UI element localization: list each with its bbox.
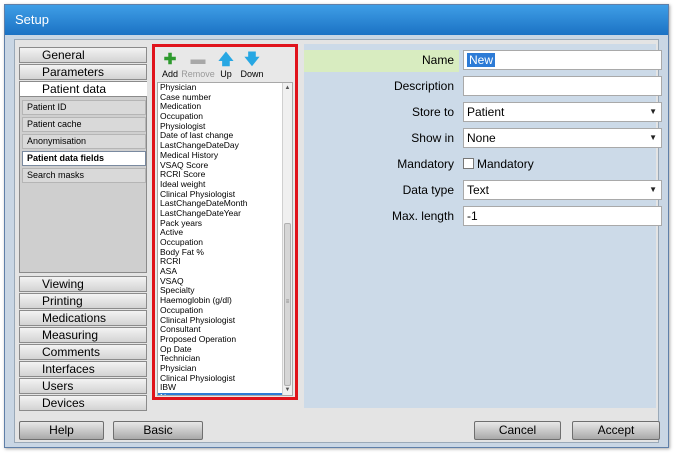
subnav-patient-id[interactable]: Patient ID bbox=[22, 100, 146, 115]
list-item[interactable]: Physician bbox=[158, 83, 284, 93]
list-item[interactable]: Pack years bbox=[158, 219, 284, 229]
nav-item-general[interactable]: General bbox=[19, 47, 147, 63]
list-item[interactable]: Case number bbox=[158, 93, 284, 103]
list-item[interactable]: Clinical Physiologist bbox=[158, 316, 284, 326]
minus-icon: ▬ bbox=[190, 51, 206, 68]
nav-item-patient-data[interactable]: Patient data bbox=[19, 81, 147, 97]
list-item[interactable]: Clinical Physiologist bbox=[158, 374, 284, 384]
list-item[interactable]: Physician bbox=[158, 364, 284, 374]
setup-nav: General Parameters Patient data Patient … bbox=[19, 44, 147, 411]
chevron-down-icon: ▼ bbox=[649, 185, 657, 194]
add-button[interactable]: ✚ Add bbox=[157, 51, 183, 83]
subnav-patient-data-fields[interactable]: Patient data fields bbox=[22, 151, 146, 166]
list-item[interactable]: Haemoglobin (g/dl) bbox=[158, 296, 284, 306]
nav-item-parameters[interactable]: Parameters bbox=[19, 64, 147, 80]
help-button[interactable]: Help bbox=[19, 421, 104, 440]
list-item[interactable]: Body Fat % bbox=[158, 248, 284, 258]
list-item[interactable]: VSAQ bbox=[158, 277, 284, 287]
nav-item-measuring[interactable]: Measuring bbox=[19, 327, 147, 343]
patient-fields-list[interactable]: Physician Case number Medication Occupation… bbox=[157, 82, 293, 396]
list-item[interactable]: New bbox=[158, 393, 284, 395]
name-label: Name bbox=[421, 53, 454, 67]
scroll-up-icon[interactable]: ▲ bbox=[283, 83, 292, 93]
subnav-search-masks[interactable]: Search masks bbox=[22, 168, 146, 183]
list-item[interactable]: Technician bbox=[158, 354, 284, 364]
nav-item-viewing[interactable]: Viewing bbox=[19, 276, 147, 292]
remove-button[interactable]: ▬ Remove bbox=[181, 51, 215, 83]
nav-item-medications[interactable]: Medications bbox=[19, 310, 147, 326]
name-field[interactable]: New bbox=[463, 50, 662, 70]
list-item[interactable]: LastChangeDateYear bbox=[158, 209, 284, 219]
description-field[interactable] bbox=[463, 76, 662, 96]
nav-item-interfaces[interactable]: Interfaces bbox=[19, 361, 147, 377]
list-item[interactable]: Date of last change bbox=[158, 131, 284, 141]
list-item[interactable]: LastChangeDateMonth bbox=[158, 199, 284, 209]
accept-button[interactable]: Accept bbox=[572, 421, 660, 440]
list-item[interactable]: Medication bbox=[158, 102, 284, 112]
max-length-label: Max. length bbox=[391, 209, 454, 223]
arrow-up-icon: 🡅 bbox=[218, 51, 234, 68]
nav-item-comments[interactable]: Comments bbox=[19, 344, 147, 360]
up-button[interactable]: 🡅 Up bbox=[215, 51, 237, 83]
list-item[interactable]: Occupation bbox=[158, 112, 284, 122]
window-title: Setup bbox=[5, 5, 668, 35]
setup-client-area: General Parameters Patient data Patient … bbox=[14, 39, 662, 443]
list-item[interactable]: Occupation bbox=[158, 306, 284, 316]
mandatory-checkbox-label[interactable]: Mandatory bbox=[477, 154, 534, 174]
list-item[interactable]: Specialty bbox=[158, 286, 284, 296]
data-type-select[interactable]: Text ▼ bbox=[463, 180, 662, 200]
setup-window: Setup General Parameters Patient data Pa… bbox=[4, 4, 669, 448]
plus-icon: ✚ bbox=[163, 51, 177, 68]
list-item[interactable]: Ideal weight bbox=[158, 180, 284, 190]
list-item[interactable]: Medical History bbox=[158, 151, 284, 161]
store-to-select[interactable]: Patient ▼ bbox=[463, 102, 662, 122]
list-item[interactable]: Proposed Operation bbox=[158, 335, 284, 345]
show-in-select[interactable]: None ▼ bbox=[463, 128, 662, 148]
data-type-label: Data type bbox=[402, 183, 454, 197]
chevron-down-icon: ▼ bbox=[649, 107, 657, 116]
list-item[interactable]: RCRI Score bbox=[158, 170, 284, 180]
list-item[interactable]: Clinical Physiologist bbox=[158, 190, 284, 200]
nav-item-devices[interactable]: Devices bbox=[19, 395, 147, 411]
list-item[interactable]: Op Date bbox=[158, 345, 284, 355]
nav-item-printing[interactable]: Printing bbox=[19, 293, 147, 309]
description-label: Description bbox=[393, 79, 454, 93]
patient-data-subpanel: Patient ID Patient cache Anonymisation P… bbox=[19, 96, 147, 273]
list-scrollbar[interactable]: ▲ ≡ ▼ bbox=[282, 83, 292, 395]
basic-button[interactable]: Basic bbox=[113, 421, 203, 440]
list-item[interactable]: LastChangeDateDay bbox=[158, 141, 284, 151]
store-to-label: Store to bbox=[411, 105, 454, 119]
grip-icon: ≡ bbox=[285, 299, 290, 305]
down-button[interactable]: 🡇 Down bbox=[237, 51, 267, 83]
show-in-label: Show in bbox=[411, 131, 454, 145]
list-item[interactable]: IBW bbox=[158, 383, 284, 393]
subnav-anonymisation[interactable]: Anonymisation bbox=[22, 134, 146, 149]
scroll-down-icon[interactable]: ▼ bbox=[283, 385, 292, 395]
chevron-down-icon: ▼ bbox=[649, 133, 657, 142]
field-properties-form: Name New Description Store to Patient ▼ … bbox=[304, 44, 662, 408]
arrow-down-icon: 🡇 bbox=[244, 51, 260, 68]
subnav-patient-cache[interactable]: Patient cache bbox=[22, 117, 146, 132]
list-item[interactable]: Consultant bbox=[158, 325, 284, 335]
mandatory-label: Mandatory bbox=[397, 157, 454, 171]
mandatory-checkbox[interactable] bbox=[463, 158, 474, 169]
nav-item-users[interactable]: Users bbox=[19, 378, 147, 394]
list-item[interactable]: ASA bbox=[158, 267, 284, 277]
list-item[interactable]: Occupation bbox=[158, 238, 284, 248]
list-item[interactable]: Physiologist bbox=[158, 122, 284, 132]
list-items: Physician Case number Medication Occupation… bbox=[158, 83, 284, 395]
list-item[interactable]: Active bbox=[158, 228, 284, 238]
cancel-button[interactable]: Cancel bbox=[474, 421, 561, 440]
list-item[interactable]: RCRI bbox=[158, 257, 284, 267]
list-item[interactable]: VSAQ Score bbox=[158, 161, 284, 171]
field-list-panel: ✚ Add ▬ Remove 🡅 Up 🡇 Down Physician Case… bbox=[152, 44, 298, 400]
scroll-thumb[interactable]: ≡ bbox=[284, 223, 291, 386]
max-length-field[interactable]: -1 bbox=[463, 206, 662, 226]
